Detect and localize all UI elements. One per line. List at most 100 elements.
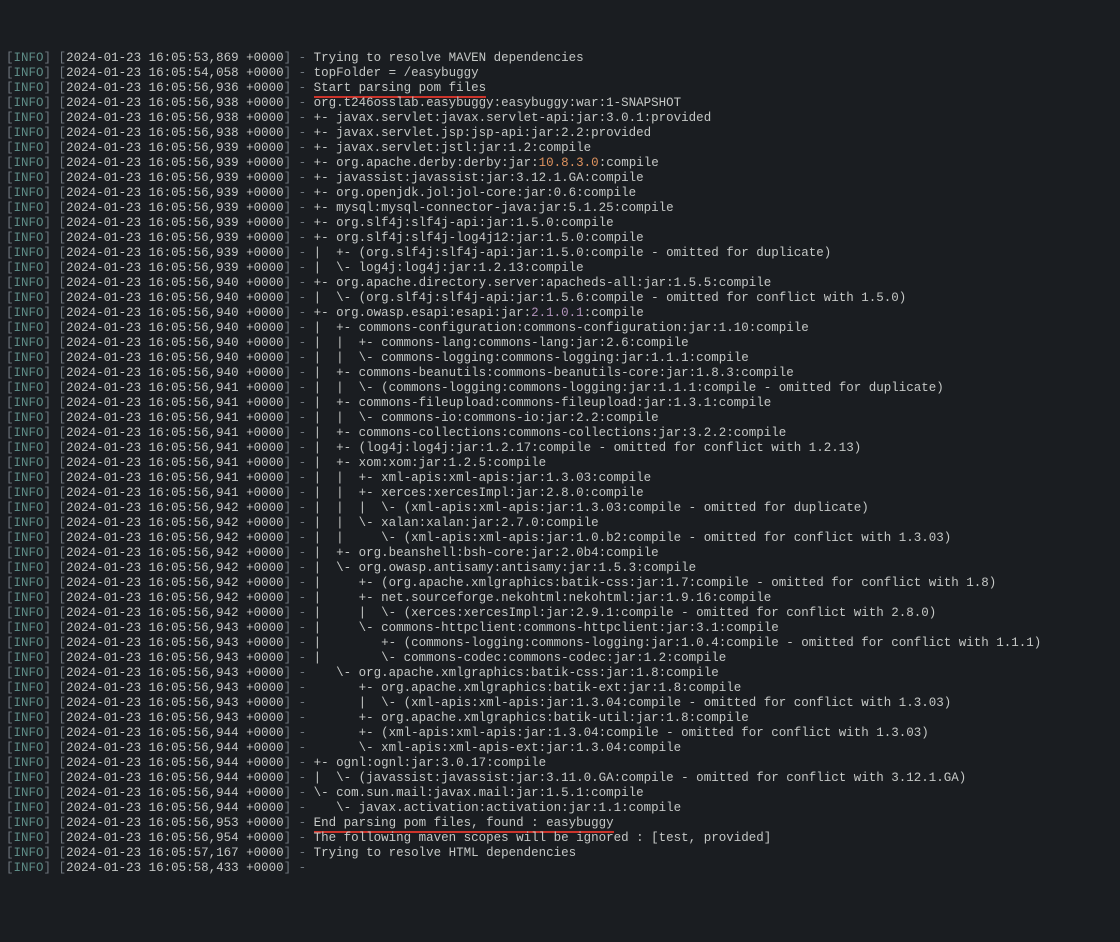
log-timestamp: 2024-01-23 16:05:56,941 +0000 xyxy=(66,396,284,410)
log-timestamp: 2024-01-23 16:05:56,943 +0000 xyxy=(66,636,284,650)
log-line: [INFO] [2024-01-23 16:05:56,940 +0000] -… xyxy=(6,336,1114,351)
bracket-close: ] - xyxy=(284,96,314,110)
log-line: [INFO] [2024-01-23 16:05:56,943 +0000] -… xyxy=(6,636,1114,651)
log-timestamp: 2024-01-23 16:05:56,939 +0000 xyxy=(66,246,284,260)
log-timestamp: 2024-01-23 16:05:56,940 +0000 xyxy=(66,321,284,335)
bracket-close: ] - xyxy=(284,111,314,125)
log-timestamp: 2024-01-23 16:05:56,944 +0000 xyxy=(66,786,284,800)
bracket-open: [ xyxy=(59,741,67,755)
log-line: [INFO] [2024-01-23 16:05:56,941 +0000] -… xyxy=(6,396,1114,411)
log-level: INFO xyxy=(14,171,44,185)
bracket-open: [ xyxy=(59,381,67,395)
log-message: +- mysql:mysql-connector-java:jar:5.1.25… xyxy=(314,201,674,215)
bracket-close: ] - xyxy=(284,231,314,245)
bracket-close: ] - xyxy=(284,651,314,665)
bracket-open: [ xyxy=(59,66,67,80)
log-message: +- org.apache.directory.server:apacheds-… xyxy=(314,276,772,290)
bracket-open: [ xyxy=(6,576,14,590)
log-message: | \- commons-httpclient:commons-httpclie… xyxy=(314,621,779,635)
log-message: | \- commons-codec:commons-codec:jar:1.2… xyxy=(314,651,727,665)
log-message: +- org.apache.derby:derby:jar: xyxy=(314,156,539,170)
log-line: [INFO] [2024-01-23 16:05:56,939 +0000] -… xyxy=(6,171,1114,186)
log-message: +- org.apache.xmlgraphics:batik-util:jar… xyxy=(314,711,749,725)
log-message: | \- org.owasp.antisamy:antisamy:jar:1.5… xyxy=(314,561,697,575)
bracket-open: [ xyxy=(6,741,14,755)
bracket-open: [ xyxy=(59,246,67,260)
log-timestamp: 2024-01-23 16:05:56,942 +0000 xyxy=(66,606,284,620)
log-level: INFO xyxy=(14,66,44,80)
log-level: INFO xyxy=(14,696,44,710)
bracket-open: [ xyxy=(59,831,67,845)
log-timestamp: 2024-01-23 16:05:56,939 +0000 xyxy=(66,141,284,155)
log-line: [INFO] [2024-01-23 16:05:56,940 +0000] -… xyxy=(6,321,1114,336)
log-timestamp: 2024-01-23 16:05:56,939 +0000 xyxy=(66,261,284,275)
bracket-close: ] - xyxy=(284,426,314,440)
bracket-open: [ xyxy=(59,441,67,455)
log-message: \- org.apache.xmlgraphics:batik-css:jar:… xyxy=(314,666,719,680)
log-line: [INFO] [2024-01-23 16:05:56,939 +0000] -… xyxy=(6,141,1114,156)
log-level: INFO xyxy=(14,681,44,695)
bracket-close: ] - xyxy=(284,546,314,560)
log-level: INFO xyxy=(14,306,44,320)
log-line: [INFO] [2024-01-23 16:05:56,942 +0000] -… xyxy=(6,606,1114,621)
bracket-open: [ xyxy=(6,546,14,560)
bracket-close: ] - xyxy=(284,831,314,845)
log-timestamp: 2024-01-23 16:05:56,942 +0000 xyxy=(66,546,284,560)
bracket-open: [ xyxy=(59,111,67,125)
bracket-open: [ xyxy=(6,666,14,680)
bracket-open: [ xyxy=(6,306,14,320)
log-timestamp: 2024-01-23 16:05:56,941 +0000 xyxy=(66,441,284,455)
bracket-open: [ xyxy=(6,831,14,845)
bracket-close: ] - xyxy=(284,726,314,740)
log-line: [INFO] [2024-01-23 16:05:56,943 +0000] -… xyxy=(6,651,1114,666)
bracket-close: ] xyxy=(44,516,59,530)
log-timestamp: 2024-01-23 16:05:56,943 +0000 xyxy=(66,681,284,695)
bracket-open: [ xyxy=(6,171,14,185)
bracket-open: [ xyxy=(59,696,67,710)
bracket-close: ] - xyxy=(284,411,314,425)
log-line: [INFO] [2024-01-23 16:05:56,941 +0000] -… xyxy=(6,486,1114,501)
bracket-close: ] - xyxy=(284,561,314,575)
log-line: [INFO] [2024-01-23 16:05:56,941 +0000] -… xyxy=(6,381,1114,396)
bracket-open: [ xyxy=(59,606,67,620)
bracket-close: ] xyxy=(44,201,59,215)
bracket-close: ] xyxy=(44,186,59,200)
bracket-close: ] - xyxy=(284,366,314,380)
log-message: | | | \- (xml-apis:xml-apis:jar:1.3.03:c… xyxy=(314,501,869,515)
bracket-open: [ xyxy=(6,51,14,65)
bracket-close: ] xyxy=(44,336,59,350)
log-line: [INFO] [2024-01-23 16:05:56,939 +0000] -… xyxy=(6,156,1114,171)
bracket-close: ] - xyxy=(284,486,314,500)
bracket-close: ] - xyxy=(284,321,314,335)
log-timestamp: 2024-01-23 16:05:56,943 +0000 xyxy=(66,711,284,725)
bracket-close: ] xyxy=(44,426,59,440)
bracket-close: ] xyxy=(44,696,59,710)
bracket-open: [ xyxy=(59,456,67,470)
log-level: INFO xyxy=(14,501,44,515)
log-level: INFO xyxy=(14,51,44,65)
bracket-open: [ xyxy=(6,231,14,245)
bracket-open: [ xyxy=(6,186,14,200)
log-message: | \- (javassist:javassist:jar:3.11.0.GA:… xyxy=(314,771,967,785)
bracket-open: [ xyxy=(59,186,67,200)
log-message: org.t246osslab.easybuggy:easybuggy:war:1… xyxy=(314,96,682,110)
log-level: INFO xyxy=(14,276,44,290)
bracket-close: ] - xyxy=(284,846,314,860)
bracket-close: ] xyxy=(44,246,59,260)
bracket-close: ] xyxy=(44,366,59,380)
log-timestamp: 2024-01-23 16:05:56,939 +0000 xyxy=(66,186,284,200)
bracket-close: ] xyxy=(44,531,59,545)
bracket-open: [ xyxy=(59,81,67,95)
bracket-close: ] xyxy=(44,561,59,575)
log-timestamp: 2024-01-23 16:05:56,940 +0000 xyxy=(66,366,284,380)
log-timestamp: 2024-01-23 16:05:56,944 +0000 xyxy=(66,801,284,815)
bracket-close: ] - xyxy=(284,246,314,260)
log-message: +- javax.servlet.jsp:jsp-api:jar:2.2:pro… xyxy=(314,126,652,140)
log-message: | | \- (xml-apis:xml-apis:jar:1.0.b2:com… xyxy=(314,531,952,545)
log-level: INFO xyxy=(14,546,44,560)
log-timestamp: 2024-01-23 16:05:56,944 +0000 xyxy=(66,741,284,755)
bracket-open: [ xyxy=(6,261,14,275)
log-level: INFO xyxy=(14,141,44,155)
log-timestamp: 2024-01-23 16:05:56,942 +0000 xyxy=(66,531,284,545)
bracket-open: [ xyxy=(59,846,67,860)
